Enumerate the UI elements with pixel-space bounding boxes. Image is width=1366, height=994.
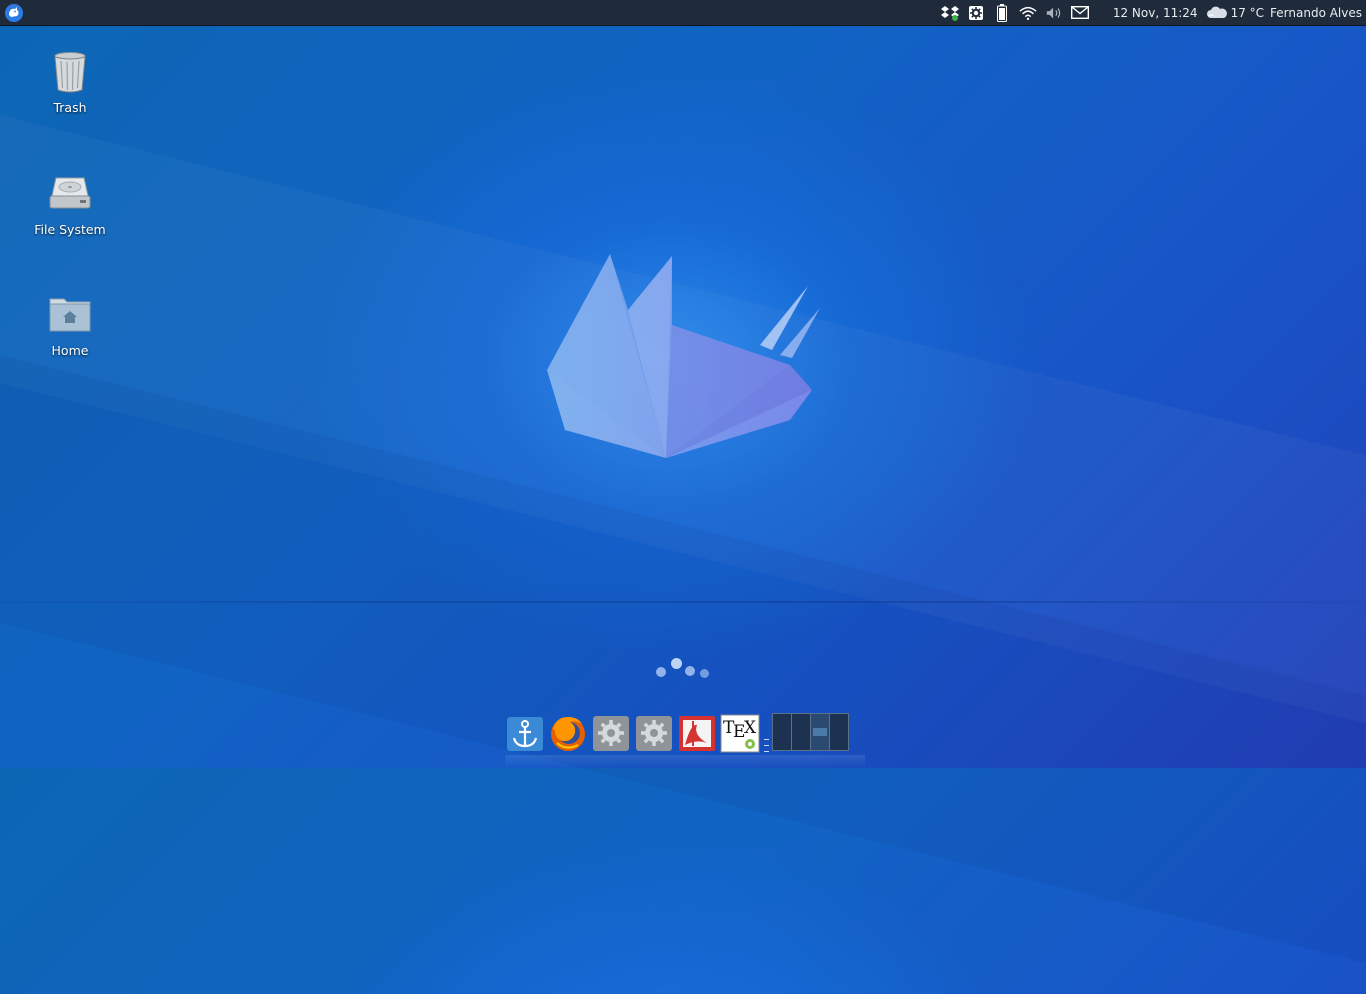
pdf-reader-icon (679, 716, 715, 751)
settings-gear-icon (636, 716, 672, 751)
svg-text:X: X (744, 718, 757, 738)
desktop-icon-label: Home (51, 343, 89, 358)
dock-item-pdf-reader[interactable] (677, 713, 717, 753)
dock-item-tex[interactable]: T E X (720, 713, 760, 753)
wallpaper-horizon (0, 601, 1366, 603)
volume-icon[interactable] (1045, 4, 1063, 22)
cloud-icon (1206, 6, 1227, 18)
anchor-icon (507, 717, 543, 751)
system-tray (940, 3, 1089, 22)
dock-item-firefox[interactable] (548, 713, 588, 753)
harddrive-icon (46, 170, 94, 218)
settings-applet-icon[interactable] (967, 4, 985, 22)
desktop-icon-file-system[interactable]: File System (20, 170, 120, 237)
workspace-1[interactable] (773, 714, 792, 750)
dock: T E X (505, 713, 849, 753)
dropbox-icon[interactable] (940, 4, 959, 22)
workspace-3[interactable] (811, 714, 830, 750)
whisker-menu-button[interactable] (3, 2, 25, 24)
dock-item-settings-1[interactable] (591, 713, 631, 753)
trash-icon (46, 48, 94, 96)
workspace-4[interactable] (830, 714, 848, 750)
loading-spinner (650, 655, 720, 685)
dock-separator (763, 713, 769, 753)
dock-item-settings-2[interactable] (634, 713, 674, 753)
home-folder-icon (46, 291, 94, 339)
desktop-icon-label: File System (34, 222, 106, 237)
desktop-icon-home[interactable]: Home (20, 291, 120, 358)
weather-applet[interactable]: 17 °C (1206, 6, 1264, 20)
desktop-icon-trash[interactable]: Trash (20, 48, 120, 115)
user-menu[interactable]: Fernando Alves (1270, 6, 1362, 20)
battery-icon[interactable] (993, 3, 1011, 22)
clock[interactable]: 12 Nov, 11:24 (1113, 6, 1198, 20)
xubuntu-logo (547, 254, 820, 458)
settings-gear-icon (593, 716, 629, 751)
dock-item-anchor[interactable] (505, 713, 545, 753)
dock-reflection (505, 755, 865, 768)
mail-icon[interactable] (1070, 4, 1089, 22)
desktop-icon-label: Trash (53, 100, 87, 115)
firefox-icon (551, 717, 585, 751)
top-panel: 12 Nov, 11:24 17 °C Fernando Alves (0, 0, 1366, 26)
wifi-icon[interactable] (1019, 4, 1037, 22)
tex-icon: T E X (720, 714, 760, 753)
xfce-mouse-icon (5, 3, 23, 22)
workspace-2[interactable] (792, 714, 811, 750)
workspace-pager[interactable] (772, 713, 849, 751)
weather-temperature: 17 °C (1230, 5, 1265, 20)
